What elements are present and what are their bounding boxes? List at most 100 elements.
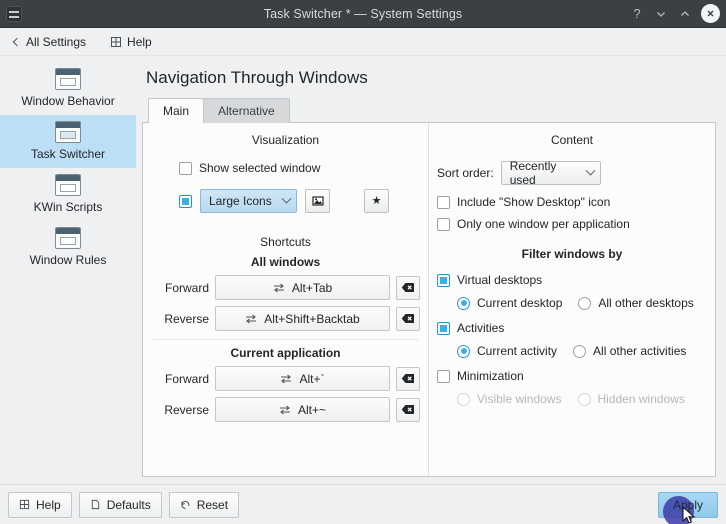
show-selected-window-row[interactable]: Show selected window <box>179 161 420 175</box>
backspace-clear-icon <box>401 405 414 414</box>
sidebar-item-kwin-scripts[interactable]: KWin Scripts <box>0 168 136 221</box>
window-behavior-icon <box>55 68 81 90</box>
shortcut-value: Alt+` <box>299 371 325 386</box>
visualization-column: Visualization Show selected window Large… <box>143 123 429 476</box>
help-book-icon <box>110 36 122 48</box>
include-show-desktop-row[interactable]: Include "Show Desktop" icon <box>437 195 707 209</box>
shortcut-value: Alt+Tab <box>291 280 333 295</box>
tab-alternative[interactable]: Alternative <box>203 98 290 123</box>
shortcut-all-reverse-button[interactable]: Alt+Shift+Backtab <box>215 306 390 331</box>
content-heading: Content <box>550 133 594 147</box>
clear-shortcut-button[interactable] <box>396 306 420 331</box>
backspace-clear-icon <box>401 374 414 383</box>
sidebar-item-label: Task Switcher <box>30 147 106 161</box>
shortcut-label: Reverse <box>164 311 209 326</box>
help-window-button[interactable]: ? <box>626 3 648 25</box>
activities-row[interactable]: Activities <box>437 321 707 335</box>
chevron-down-icon <box>281 193 292 204</box>
tab-main[interactable]: Main <box>148 98 205 123</box>
reset-button[interactable]: Reset <box>168 491 240 518</box>
show-selected-window-label: Show selected window <box>199 161 321 175</box>
swap-arrows-icon <box>273 283 284 292</box>
activities-label: Activities <box>457 321 505 335</box>
current-desktop-label: Current desktop <box>477 296 563 310</box>
apply-button-label: Apply <box>672 497 703 512</box>
reset-undo-icon <box>181 500 190 509</box>
sort-order-label: Sort order: <box>437 166 494 180</box>
shortcut-divider <box>153 339 418 340</box>
reset-button-label: Reset <box>196 497 229 512</box>
minimization-row[interactable]: Minimization <box>437 369 707 383</box>
all-other-desktops-label: All other desktops <box>598 296 694 310</box>
window-title: Task Switcher * — System Settings <box>263 6 463 21</box>
shortcut-label: Forward <box>164 280 209 295</box>
maximize-button[interactable] <box>674 3 696 25</box>
all-other-activities-radio[interactable] <box>573 344 587 358</box>
current-activity-radio[interactable] <box>457 344 470 358</box>
kwin-scripts-icon <box>55 174 81 196</box>
minimization-options-row: Visible windows Hidden windows <box>457 392 707 406</box>
page-title: Navigation Through Windows <box>146 68 368 87</box>
effect-enabled-checkbox[interactable] <box>179 194 192 208</box>
clear-shortcut-button[interactable] <box>396 366 420 391</box>
app-toolbar: All Settings Help <box>0 28 726 56</box>
include-show-desktop-checkbox[interactable] <box>437 195 450 209</box>
current-application-subheading: Current application <box>230 346 341 360</box>
close-button[interactable] <box>701 4 720 23</box>
backspace-clear-icon <box>401 283 414 292</box>
clear-shortcut-button[interactable] <box>396 397 420 422</box>
defaults-page-icon <box>91 499 99 510</box>
all-windows-subheading: All windows <box>250 255 321 269</box>
virtual-desktops-row[interactable]: Virtual desktops <box>437 273 707 287</box>
show-selected-window-checkbox[interactable] <box>179 161 192 175</box>
all-other-desktops-radio[interactable] <box>578 296 592 310</box>
question-mark-icon: ? <box>633 6 641 21</box>
preview-button[interactable] <box>305 189 330 213</box>
current-desktop-radio[interactable] <box>457 296 470 310</box>
shortcut-app-forward-button[interactable]: Alt+` <box>215 366 390 391</box>
visualization-heading: Visualization <box>251 133 320 147</box>
effect-combo[interactable]: Large Icons <box>200 189 297 213</box>
sidebar-item-label: KWin Scripts <box>33 200 103 214</box>
close-icon <box>707 10 714 17</box>
sidebar-item-label: Window Rules <box>29 253 107 267</box>
content-column: Content Sort order: Recently used Includ… <box>429 123 715 476</box>
clear-shortcut-button[interactable] <box>396 275 420 300</box>
sidebar-item-task-switcher[interactable]: Task Switcher <box>0 115 136 168</box>
shortcut-value: Alt+Shift+Backtab <box>264 311 360 326</box>
filter-heading: Filter windows by <box>521 247 623 261</box>
apply-button[interactable]: Apply <box>657 491 718 518</box>
window-controls: ? <box>626 3 726 25</box>
shortcut-row-app-forward: Forward Alt+` <box>151 366 420 391</box>
shortcut-app-reverse-button[interactable]: Alt+~ <box>215 397 390 422</box>
star-icon: ★ <box>371 194 382 207</box>
star-button[interactable]: ★ <box>364 189 389 213</box>
only-one-window-checkbox[interactable] <box>437 217 450 231</box>
virtual-desktops-checkbox[interactable] <box>437 273 450 287</box>
only-one-window-row[interactable]: Only one window per application <box>437 217 707 231</box>
minimize-button[interactable] <box>650 3 672 25</box>
sidebar-item-window-behavior[interactable]: Window Behavior <box>0 62 136 115</box>
virtual-desktops-label: Virtual desktops <box>457 273 543 287</box>
swap-arrows-icon <box>246 314 257 323</box>
shortcut-row-all-reverse: Reverse Alt+Shift+Backtab <box>151 306 420 331</box>
defaults-button[interactable]: Defaults <box>78 491 162 518</box>
chevron-up-icon <box>681 10 689 16</box>
tab-bar: Main Alternative <box>142 98 716 123</box>
chevron-down-icon <box>585 165 596 176</box>
shortcut-value: Alt+~ <box>297 402 327 417</box>
minimization-checkbox[interactable] <box>437 369 450 383</box>
sort-order-row: Sort order: Recently used <box>437 159 707 187</box>
only-one-window-label: Only one window per application <box>457 217 630 231</box>
help-button[interactable]: Help <box>8 491 72 518</box>
sidebar-item-window-rules[interactable]: Window Rules <box>0 221 136 274</box>
content-area: Navigation Through Windows Main Alternat… <box>136 56 726 484</box>
shortcut-all-forward-button[interactable]: Alt+Tab <box>215 275 390 300</box>
all-settings-button[interactable]: All Settings <box>10 33 90 51</box>
all-settings-label: All Settings <box>26 34 87 49</box>
sort-order-combo[interactable]: Recently used <box>500 159 601 187</box>
swap-arrows-icon <box>279 405 290 414</box>
help-toolbar-button[interactable]: Help <box>106 33 156 51</box>
activities-checkbox[interactable] <box>437 321 450 335</box>
shortcut-row-app-reverse: Reverse Alt+~ <box>151 397 420 422</box>
